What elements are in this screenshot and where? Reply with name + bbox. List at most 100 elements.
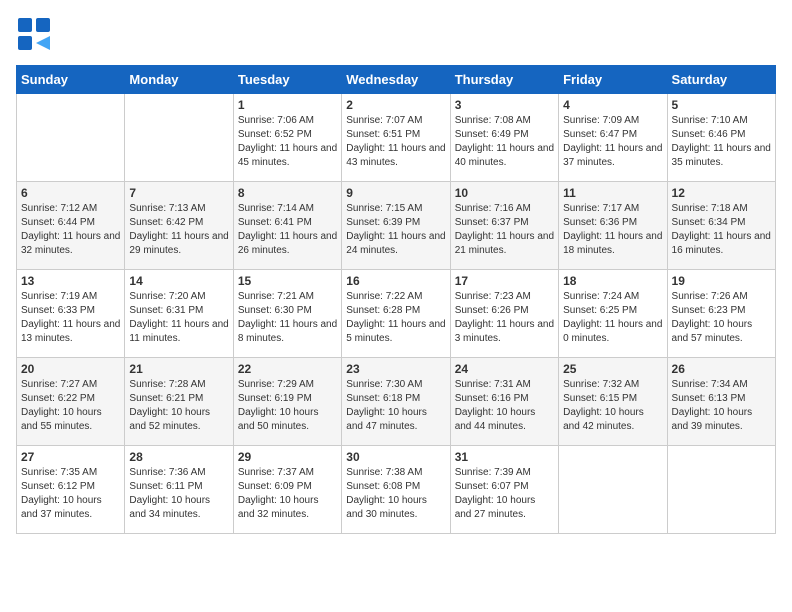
calendar-day-cell: 5 Sunrise: 7:10 AMSunset: 6:46 PMDaylight… [667, 94, 775, 182]
day-number: 26 [672, 362, 771, 376]
day-number: 2 [346, 98, 445, 112]
day-info: Sunrise: 7:35 AMSunset: 6:12 PMDaylight:… [21, 466, 120, 522]
day-info: Sunrise: 7:07 AMSunset: 6:51 PMDaylight:… [346, 114, 445, 170]
calendar-day-cell: 19 Sunrise: 7:26 AMSunset: 6:23 PMDayligh… [667, 270, 775, 358]
calendar-day-cell: 4 Sunrise: 7:09 AMSunset: 6:47 PMDaylight… [559, 94, 667, 182]
day-number: 7 [129, 186, 228, 200]
day-number: 31 [455, 450, 554, 464]
day-number: 22 [238, 362, 337, 376]
day-info: Sunrise: 7:09 AMSunset: 6:47 PMDaylight:… [563, 114, 662, 170]
day-info: Sunrise: 7:30 AMSunset: 6:18 PMDaylight:… [346, 378, 445, 434]
calendar-day-cell: 16Sunrise: 7:22 AMSunset: 6:28 PMDayligh… [342, 270, 450, 358]
day-number: 19 [672, 274, 771, 288]
calendar-day-cell: 26 Sunrise: 7:34 AMSunset: 6:13 PMDayligh… [667, 358, 775, 446]
day-number: 6 [21, 186, 120, 200]
calendar-day-cell: 25 Sunrise: 7:32 AMSunset: 6:15 PMDayligh… [559, 358, 667, 446]
day-number: 24 [455, 362, 554, 376]
calendar-day-cell [667, 446, 775, 534]
calendar-day-cell: 20 Sunrise: 7:27 AMSunset: 6:22 PMDayligh… [17, 358, 125, 446]
day-number: 8 [238, 186, 337, 200]
calendar-day-cell [17, 94, 125, 182]
calendar-day-cell: 9 Sunrise: 7:15 AMSunset: 6:39 PMDaylight… [342, 182, 450, 270]
day-info: Sunrise: 7:39 AMSunset: 6:07 PMDaylight:… [455, 466, 554, 522]
day-of-week-header: Tuesday [233, 66, 341, 94]
calendar-day-cell: 22 Sunrise: 7:29 AMSunset: 6:19 PMDayligh… [233, 358, 341, 446]
calendar-day-cell: 15 Sunrise: 7:21 AMSunset: 6:30 PMDayligh… [233, 270, 341, 358]
day-info: Sunrise: 7:38 AMSunset: 6:08 PMDaylight:… [346, 466, 445, 522]
calendar-day-cell: 30 Sunrise: 7:38 AMSunset: 6:08 PMDayligh… [342, 446, 450, 534]
day-number: 11 [563, 186, 662, 200]
day-info: Sunrise: 7:27 AMSunset: 6:22 PMDaylight:… [21, 378, 120, 434]
day-info: Sunrise: 7:06 AMSunset: 6:52 PMDaylight:… [238, 114, 337, 170]
calendar-day-cell: 23 Sunrise: 7:30 AMSunset: 6:18 PMDayligh… [342, 358, 450, 446]
day-info: Sunrise: 7:14 AMSunset: 6:41 PMDaylight:… [238, 202, 337, 258]
calendar-day-cell: 14 Sunrise: 7:20 AMSunset: 6:31 PMDayligh… [125, 270, 233, 358]
day-of-week-header: Thursday [450, 66, 558, 94]
day-number: 30 [346, 450, 445, 464]
day-info: Sunrise: 7:26 AMSunset: 6:23 PMDaylight:… [672, 290, 771, 346]
calendar-day-cell: 11Sunrise: 7:17 AMSunset: 6:36 PMDayligh… [559, 182, 667, 270]
calendar-day-cell: 21Sunrise: 7:28 AMSunset: 6:21 PMDayligh… [125, 358, 233, 446]
calendar-day-cell: 2 Sunrise: 7:07 AMSunset: 6:51 PMDaylight… [342, 94, 450, 182]
calendar-day-cell: 12Sunrise: 7:18 AMSunset: 6:34 PMDayligh… [667, 182, 775, 270]
day-of-week-header: Monday [125, 66, 233, 94]
day-info: Sunrise: 7:18 AMSunset: 6:34 PMDaylight:… [672, 202, 771, 258]
calendar-week-row: 1 Sunrise: 7:06 AMSunset: 6:52 PMDaylight… [17, 94, 776, 182]
calendar-day-cell: 10 Sunrise: 7:16 AMSunset: 6:37 PMDayligh… [450, 182, 558, 270]
day-info: Sunrise: 7:21 AMSunset: 6:30 PMDaylight:… [238, 290, 337, 346]
day-info: Sunrise: 7:20 AMSunset: 6:31 PMDaylight:… [129, 290, 228, 346]
calendar-week-row: 20 Sunrise: 7:27 AMSunset: 6:22 PMDayligh… [17, 358, 776, 446]
day-number: 10 [455, 186, 554, 200]
day-number: 25 [563, 362, 662, 376]
day-number: 27 [21, 450, 120, 464]
page-header [16, 16, 776, 57]
day-number: 21 [129, 362, 228, 376]
day-info: Sunrise: 7:13 AMSunset: 6:42 PMDaylight:… [129, 202, 228, 258]
day-number: 28 [129, 450, 228, 464]
day-info: Sunrise: 7:34 AMSunset: 6:13 PMDaylight:… [672, 378, 771, 434]
calendar-week-row: 27 Sunrise: 7:35 AMSunset: 6:12 PMDayligh… [17, 446, 776, 534]
calendar-day-cell: 8 Sunrise: 7:14 AMSunset: 6:41 PMDaylight… [233, 182, 341, 270]
calendar-day-cell: 29 Sunrise: 7:37 AMSunset: 6:09 PMDayligh… [233, 446, 341, 534]
calendar-week-row: 13 Sunrise: 7:19 AMSunset: 6:33 PMDayligh… [17, 270, 776, 358]
calendar-day-cell: 17Sunrise: 7:23 AMSunset: 6:26 PMDayligh… [450, 270, 558, 358]
day-info: Sunrise: 7:23 AMSunset: 6:26 PMDaylight:… [455, 290, 554, 346]
day-number: 23 [346, 362, 445, 376]
calendar-day-cell: 31 Sunrise: 7:39 AMSunset: 6:07 PMDayligh… [450, 446, 558, 534]
day-info: Sunrise: 7:08 AMSunset: 6:49 PMDaylight:… [455, 114, 554, 170]
day-info: Sunrise: 7:37 AMSunset: 6:09 PMDaylight:… [238, 466, 337, 522]
day-number: 29 [238, 450, 337, 464]
calendar-week-row: 6Sunrise: 7:12 AMSunset: 6:44 PMDaylight… [17, 182, 776, 270]
day-number: 1 [238, 98, 337, 112]
day-number: 3 [455, 98, 554, 112]
day-info: Sunrise: 7:19 AMSunset: 6:33 PMDaylight:… [21, 290, 120, 346]
calendar-table: SundayMondayTuesdayWednesdayThursdayFrid… [16, 65, 776, 534]
day-info: Sunrise: 7:22 AMSunset: 6:28 PMDaylight:… [346, 290, 445, 346]
day-info: Sunrise: 7:16 AMSunset: 6:37 PMDaylight:… [455, 202, 554, 258]
calendar-header-row: SundayMondayTuesdayWednesdayThursdayFrid… [17, 66, 776, 94]
day-number: 4 [563, 98, 662, 112]
day-info: Sunrise: 7:15 AMSunset: 6:39 PMDaylight:… [346, 202, 445, 258]
day-of-week-header: Friday [559, 66, 667, 94]
day-info: Sunrise: 7:32 AMSunset: 6:15 PMDaylight:… [563, 378, 662, 434]
day-info: Sunrise: 7:29 AMSunset: 6:19 PMDaylight:… [238, 378, 337, 434]
day-info: Sunrise: 7:31 AMSunset: 6:16 PMDaylight:… [455, 378, 554, 434]
day-number: 9 [346, 186, 445, 200]
day-number: 15 [238, 274, 337, 288]
day-number: 5 [672, 98, 771, 112]
day-number: 18 [563, 274, 662, 288]
day-number: 20 [21, 362, 120, 376]
calendar-day-cell [559, 446, 667, 534]
day-info: Sunrise: 7:24 AMSunset: 6:25 PMDaylight:… [563, 290, 662, 346]
calendar-day-cell: 24 Sunrise: 7:31 AMSunset: 6:16 PMDayligh… [450, 358, 558, 446]
day-number: 13 [21, 274, 120, 288]
calendar-day-cell: 1 Sunrise: 7:06 AMSunset: 6:52 PMDaylight… [233, 94, 341, 182]
day-of-week-header: Saturday [667, 66, 775, 94]
logo [16, 16, 56, 57]
day-number: 14 [129, 274, 228, 288]
calendar-day-cell: 28 Sunrise: 7:36 AMSunset: 6:11 PMDayligh… [125, 446, 233, 534]
calendar-day-cell: 3 Sunrise: 7:08 AMSunset: 6:49 PMDaylight… [450, 94, 558, 182]
day-info: Sunrise: 7:36 AMSunset: 6:11 PMDaylight:… [129, 466, 228, 522]
day-info: Sunrise: 7:10 AMSunset: 6:46 PMDaylight:… [672, 114, 771, 170]
calendar-day-cell: 18 Sunrise: 7:24 AMSunset: 6:25 PMDayligh… [559, 270, 667, 358]
